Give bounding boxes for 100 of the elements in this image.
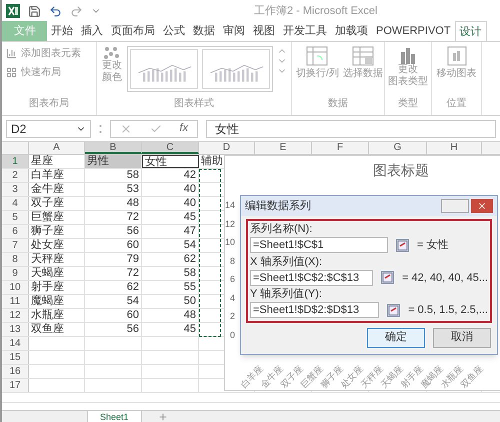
field-preview: = 42, 40, 40, 45...	[402, 270, 488, 286]
reference-field[interactable]: =Sheet1!$D$2:$D$13	[250, 302, 380, 318]
table-cell: 天秤座	[29, 253, 85, 266]
table-cell: 42	[142, 169, 199, 182]
row-header[interactable]: 14	[2, 337, 29, 350]
dialog-button[interactable]: 取消	[433, 328, 491, 348]
name-box[interactable]: D2	[6, 120, 91, 138]
row-header[interactable]: 15	[2, 351, 29, 364]
column-header[interactable]: H	[427, 142, 482, 154]
column-header[interactable]: G	[369, 142, 427, 154]
row-header[interactable]: 3	[2, 183, 29, 196]
row-header[interactable]: 6	[2, 225, 29, 238]
row-header[interactable]: 11	[2, 295, 29, 308]
axis-label: 0	[230, 330, 235, 342]
save-icon[interactable]	[28, 4, 41, 18]
add-sheet-icon[interactable]	[158, 412, 168, 422]
field-preview: = 女性	[417, 238, 448, 253]
row-header[interactable]: 17	[2, 379, 29, 392]
reference-field[interactable]: =Sheet1!$C$2:$C$13	[250, 270, 374, 286]
field-label: Y 轴系列值(Y):	[250, 286, 323, 302]
ribbon-tab[interactable]: 审阅	[219, 21, 249, 41]
dialog-button[interactable]: 确定	[367, 328, 425, 348]
cancel-icon[interactable]	[120, 122, 132, 134]
range-icon	[388, 304, 400, 316]
table-cell: 60	[85, 239, 142, 252]
axis-label: 4	[230, 292, 235, 304]
axis-label: 6	[230, 274, 235, 286]
row-header[interactable]: 7	[2, 239, 29, 252]
help-button[interactable]	[441, 199, 469, 213]
range-icon	[397, 240, 408, 251]
table-cell: 射手座	[29, 281, 85, 294]
bar-chart-icon	[400, 46, 416, 64]
row-header[interactable]: 1	[2, 155, 29, 168]
ribbon-tab[interactable]: 页面布局	[107, 21, 159, 41]
row-header[interactable]: 2	[2, 169, 29, 182]
column-header[interactable]: D	[199, 142, 255, 154]
column-header[interactable]: C	[142, 142, 199, 154]
chart-title: 图表标题	[373, 161, 429, 180]
sheet-tab[interactable]: Sheet1	[87, 411, 142, 422]
column-header[interactable]: E	[255, 142, 312, 154]
add-element-icon	[6, 48, 17, 59]
column-header[interactable]: B	[85, 142, 142, 154]
row-header[interactable]: 8	[2, 253, 29, 266]
table-cell: 双子座	[29, 197, 85, 210]
chart-style-thumbnail[interactable]	[202, 49, 270, 89]
table-cell: 40	[142, 183, 199, 196]
axis-label: 8	[230, 256, 235, 268]
range-select-button[interactable]	[396, 238, 409, 252]
table-cell: 双鱼座	[29, 323, 85, 336]
ribbon-tab[interactable]: 开始	[47, 21, 77, 41]
table-cell: 53	[85, 183, 142, 196]
table-cell: 58	[142, 267, 199, 280]
group-label: 类型	[398, 96, 418, 111]
table-cell: 60	[85, 309, 142, 322]
table-cell: 45	[142, 323, 199, 336]
row-header[interactable]: 12	[2, 309, 29, 322]
grip-icon	[99, 124, 102, 134]
table-cell: 巨蟹座	[29, 211, 85, 224]
group-label: 图表样式	[174, 96, 214, 111]
enter-icon[interactable]	[150, 122, 162, 134]
ribbon-tab[interactable]: 设计	[454, 21, 487, 41]
close-button[interactable]	[471, 199, 493, 213]
chart-style-thumbnail[interactable]	[130, 49, 198, 89]
row-header[interactable]: 9	[2, 267, 29, 280]
axis-label: 2	[230, 311, 235, 323]
table-cell: 54	[142, 239, 199, 252]
group-label: 图表布局	[29, 96, 69, 111]
ribbon-tab[interactable]: 开发工具	[279, 21, 331, 41]
range-select-button[interactable]	[387, 304, 400, 317]
row-header[interactable]: 13	[2, 323, 29, 336]
column-header[interactable]: F	[312, 142, 369, 154]
row-header[interactable]: 5	[2, 211, 29, 224]
range-select-button[interactable]	[381, 271, 394, 284]
table-cell: 魔蝎座	[29, 295, 85, 308]
ribbon-tab[interactable]: 加载项	[331, 21, 372, 41]
row-header[interactable]: 4	[2, 197, 29, 210]
quick-layout-icon	[6, 67, 17, 78]
ribbon-tab[interactable]: 插入	[77, 21, 107, 41]
axis-label: 12	[224, 218, 235, 230]
table-cell: 56	[85, 323, 142, 336]
ribbon-tab[interactable]: 数据	[189, 21, 219, 41]
insert-function-button[interactable]: fx	[180, 120, 188, 137]
table-cell: 48	[85, 197, 142, 210]
table-cell: 金牛座	[29, 183, 85, 196]
table-cell: 水瓶座	[29, 309, 85, 322]
reference-field[interactable]: =Sheet1!$C$1	[250, 237, 388, 254]
table-chart-icon	[352, 46, 374, 66]
table-arrows-icon	[306, 46, 328, 66]
close-icon	[477, 201, 487, 211]
table-cell: 58	[85, 169, 142, 182]
undo-icon[interactable]	[49, 4, 62, 18]
spreadsheet-logo-icon	[6, 4, 20, 18]
ribbon-tab[interactable]: POWERPIVOT	[372, 21, 455, 41]
row-header[interactable]: 16	[2, 365, 29, 378]
row-header[interactable]: 10	[2, 281, 29, 294]
table-cell: 45	[142, 211, 199, 224]
redo-icon[interactable]	[70, 4, 83, 18]
formula-field[interactable]: 女性	[206, 120, 496, 138]
ribbon-tab[interactable]: 视图	[249, 21, 279, 41]
ribbon-tab[interactable]: 公式	[159, 21, 189, 41]
